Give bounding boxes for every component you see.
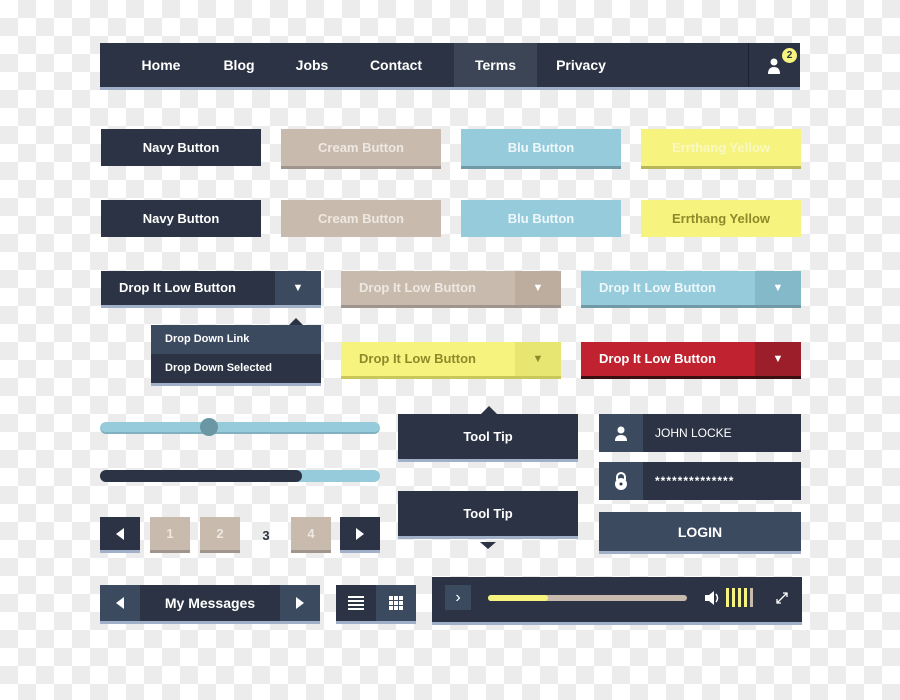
grid-view-button[interactable] (376, 585, 416, 621)
media-player: › (432, 577, 802, 625)
menu-item-link[interactable]: Drop Down Link (151, 325, 321, 354)
blu-button[interactable]: Blu Button (461, 129, 621, 169)
nav-jobs[interactable]: Jobs (286, 43, 338, 87)
cream-button[interactable]: Cream Button (281, 129, 441, 169)
progress-bar (100, 470, 380, 482)
dropdown-label: Drop It Low Button (599, 280, 716, 295)
yellow-button-flat[interactable]: Errthang Yellow (641, 200, 801, 237)
messages-label: My Messages (164, 595, 256, 611)
dropdown-label: Drop It Low Button (599, 351, 716, 366)
messages-prev[interactable] (100, 585, 140, 621)
notification-badge: 2 (782, 48, 797, 63)
grid-icon (389, 596, 403, 610)
play-button[interactable]: › (445, 585, 471, 610)
messages-next[interactable] (280, 585, 320, 621)
blu-dropdown-button[interactable]: Drop It Low Button ▼ (581, 271, 801, 308)
progress-fill (100, 470, 302, 482)
page-1[interactable]: 1 (150, 517, 190, 553)
dropdown-menu: Drop Down Link Drop Down Selected (151, 325, 321, 386)
nav-terms[interactable]: Terms (454, 43, 537, 87)
lock-icon (615, 472, 627, 490)
media-seek-fill (488, 595, 548, 601)
top-nav: Home Blog Jobs Contact Terms Privacy 2 (100, 43, 800, 90)
caret-down-icon: ▼ (755, 271, 801, 305)
volume-level[interactable] (726, 588, 753, 607)
tooltip-bottom: Tool Tip (398, 491, 578, 539)
volume-icon[interactable] (704, 590, 720, 606)
messages-nav: My Messages (100, 585, 320, 624)
user-icon (615, 426, 627, 441)
caret-down-icon: ▼ (515, 342, 561, 376)
dropdown-label: Drop It Low Button (359, 280, 476, 295)
arrow-right-icon (356, 527, 364, 540)
list-view-button[interactable] (336, 585, 376, 621)
username-value: JOHN LOCKE (655, 426, 732, 440)
login-button[interactable]: LOGIN (599, 512, 801, 554)
navy-button-flat[interactable]: Navy Button (101, 200, 261, 237)
slider-handle[interactable] (200, 418, 218, 436)
nav-blog[interactable]: Blog (192, 43, 286, 87)
menu-item-selected[interactable]: Drop Down Selected (151, 354, 321, 383)
nav-privacy[interactable]: Privacy (537, 43, 625, 87)
page-3-current[interactable]: 3 (246, 517, 286, 553)
media-seek-bar[interactable] (488, 595, 687, 601)
navy-dropdown-button[interactable]: Drop It Low Button ▼ (101, 271, 321, 308)
navy-button[interactable]: Navy Button (101, 129, 261, 166)
page-2[interactable]: 2 (200, 517, 240, 553)
dropdown-label: Drop It Low Button (119, 280, 236, 295)
view-toggle (336, 585, 416, 624)
list-icon (348, 596, 364, 610)
dropdown-label: Drop It Low Button (359, 351, 476, 366)
arrow-left-icon (116, 527, 124, 540)
user-menu-button[interactable]: 2 (748, 43, 800, 87)
tooltip-caret-down (480, 542, 496, 549)
tooltip-caret-up (481, 406, 497, 414)
slider[interactable] (100, 418, 380, 436)
yellow-dropdown-button[interactable]: Drop It Low Button ▼ (341, 342, 561, 379)
nav-contact[interactable]: Contact (338, 43, 454, 87)
caret-down-icon: ▼ (515, 271, 561, 305)
pagination-next[interactable] (340, 517, 380, 553)
caret-down-icon: ▼ (275, 271, 321, 305)
yellow-button[interactable]: Errthang Yellow (641, 129, 801, 169)
password-value: ************** (655, 474, 735, 488)
chevron-right-icon: › (455, 589, 461, 606)
username-field[interactable]: JOHN LOCKE (599, 414, 801, 452)
nav-home[interactable]: Home (130, 43, 192, 87)
arrow-left-icon (116, 597, 124, 609)
fullscreen-icon[interactable] (776, 592, 788, 604)
red-dropdown-button[interactable]: Drop It Low Button ▼ (581, 342, 801, 379)
password-field[interactable]: ************** (599, 462, 801, 500)
arrow-right-icon (296, 597, 304, 609)
page-4[interactable]: 4 (291, 517, 331, 553)
cream-dropdown-button[interactable]: Drop It Low Button ▼ (341, 271, 561, 308)
user-icon (768, 58, 780, 74)
blu-button-flat[interactable]: Blu Button (461, 200, 621, 237)
cream-button-flat[interactable]: Cream Button (281, 200, 441, 237)
caret-down-icon: ▼ (755, 342, 801, 376)
menu-caret (289, 318, 303, 325)
tooltip-top: Tool Tip (398, 414, 578, 462)
pagination-prev[interactable] (100, 517, 140, 553)
